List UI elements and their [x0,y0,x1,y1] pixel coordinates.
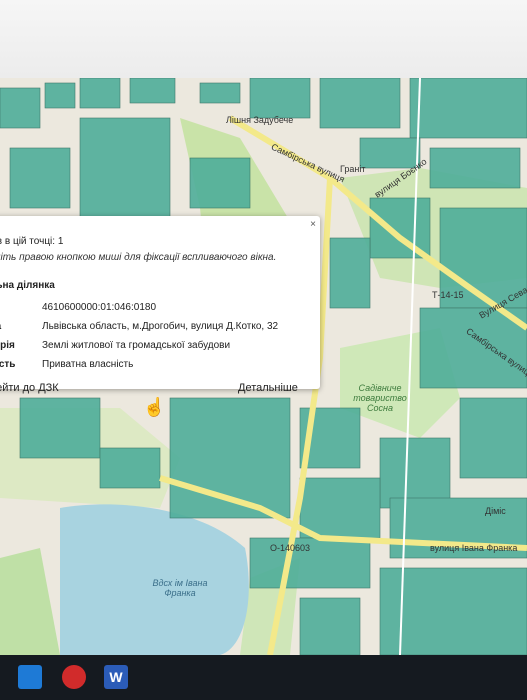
row-value: Приватна власність [42,359,134,370]
row-value: Землі житлової та громадської забудови [42,340,231,351]
row-value: Львівська область, м.Дрогобич, вулиця Д.… [42,321,279,332]
screen: Лішня Задубече Самбірська вулиця Граніт … [0,0,527,700]
word-icon[interactable]: W [104,665,128,689]
map-label-park: Садівниче товариство Сосна [353,383,407,413]
browser-top-bar [0,0,527,79]
taskbar: W [0,655,527,700]
go-to-dzk-link[interactable]: рейти до ДЗК [0,382,59,394]
row-key: са [0,321,1,332]
start-icon[interactable] [18,665,42,689]
map-label-dmis: Діміс [485,506,506,516]
map-label-road-code: Т-14-15 [432,290,464,300]
map-label-granit: Граніт [340,164,366,174]
details-link[interactable]: Детальніше [238,382,298,394]
info-row-category: горія Землі житлової та громадської забу… [0,340,310,354]
hand-cursor-icon: ☝ [143,397,166,417]
row-value: 4610600000:01:046:0180 [42,302,157,313]
objects-count: тів в цій точці: 1 [0,236,64,247]
map-label-street-top: Лішня Задубече [226,115,294,125]
map-label-lake: Вдсх ім Івана Франка [152,578,208,598]
row-key: ність [0,359,16,370]
info-row-ownership: ність Приватна власність [0,359,310,373]
parcel-info-popup: × тів в цій точці: 1 сніть правою кнопко… [0,216,320,394]
section-title: льна ділянка [0,280,55,291]
popup-hint: сніть правою кнопкою миші для фіксації в… [0,252,277,263]
row-key: горія [0,340,15,351]
opera-icon[interactable] [62,665,86,689]
info-row-address: са Львівська область, м.Дрогобич, вулиця… [0,321,310,335]
info-row-cadastral-number: р 4610600000:01:046:0180 [0,302,310,316]
map-label-o-road: О-140603 [270,543,311,553]
close-icon[interactable]: × [310,219,316,230]
map-label-franka: вулиця Івана Франка [430,543,518,553]
